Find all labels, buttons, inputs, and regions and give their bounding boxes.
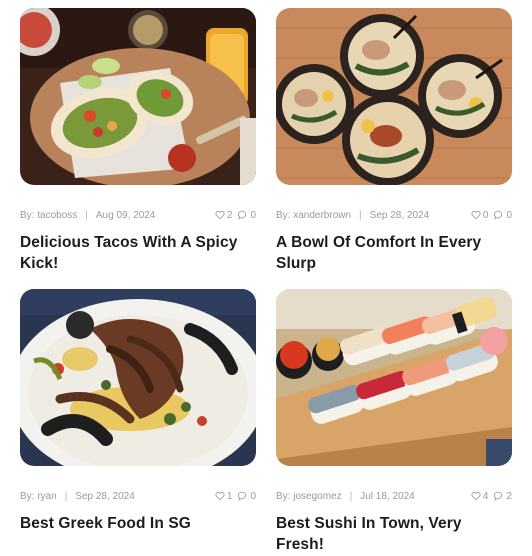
post-thumbnail-link[interactable] [276, 289, 512, 466]
post-stats: 1 0 [215, 491, 256, 502]
comment-button[interactable]: 0 [238, 210, 256, 221]
comment-icon [494, 491, 503, 501]
post-author[interactable]: By: ryan [20, 491, 57, 502]
post-stats: 4 2 [471, 491, 512, 502]
post-card: By: xanderbrown | Sep 28, 2024 0 0 A Bow… [276, 8, 512, 274]
comment-count: 2 [506, 490, 512, 502]
post-author[interactable]: By: xanderbrown [276, 210, 351, 221]
heart-icon [215, 211, 225, 220]
heart-icon [471, 492, 481, 501]
comment-icon [238, 491, 247, 501]
comment-icon [238, 210, 247, 220]
post-date: Sep 28, 2024 [369, 209, 430, 221]
post-meta: By: ryan | Sep 28, 2024 1 0 [20, 489, 256, 503]
meta-separator: | [85, 209, 88, 221]
post-title[interactable]: Best Greek Food In SG [20, 513, 256, 534]
comment-count: 0 [250, 490, 256, 502]
meta-separator: | [359, 209, 362, 221]
sushi-photo [276, 289, 512, 466]
post-card: By: ryan | Sep 28, 2024 1 0 Best Greek F… [20, 289, 256, 534]
post-author[interactable]: By: tacoboss [20, 210, 77, 221]
like-button[interactable]: 1 [215, 490, 233, 502]
comment-button[interactable]: 0 [238, 491, 256, 502]
post-thumbnail-link[interactable] [276, 8, 512, 185]
like-count: 0 [482, 209, 489, 221]
meta-separator: | [349, 490, 353, 502]
post-date: Jul 18, 2024 [360, 490, 415, 502]
like-count: 4 [482, 490, 489, 502]
post-card: By: tacoboss | Aug 09, 2024 2 0 Deliciou… [20, 8, 256, 274]
post-date: Sep 28, 2024 [75, 490, 135, 502]
comment-count: 0 [250, 209, 256, 221]
ramen-photo [276, 8, 512, 185]
post-title[interactable]: A Bowl Of Comfort In Every Slurp [276, 232, 512, 274]
post-meta: By: josegomez | Jul 18, 2024 4 2 [276, 489, 512, 503]
like-button[interactable]: 0 [471, 209, 489, 221]
post-stats: 0 0 [471, 210, 512, 221]
post-meta: By: tacoboss | Aug 09, 2024 2 0 [20, 208, 256, 222]
like-button[interactable]: 2 [215, 209, 233, 221]
comment-count: 0 [506, 209, 512, 221]
like-count: 2 [226, 209, 233, 221]
like-count: 1 [226, 490, 233, 502]
meta-separator: | [64, 490, 68, 502]
post-thumbnail-link[interactable] [20, 289, 256, 466]
tacos-photo [20, 8, 256, 185]
greek-food-photo [20, 289, 256, 466]
like-button[interactable]: 4 [471, 490, 489, 502]
post-thumbnail-link[interactable] [20, 8, 256, 185]
post-stats: 2 0 [215, 210, 256, 221]
post-meta: By: xanderbrown | Sep 28, 2024 0 0 [276, 208, 512, 222]
post-author[interactable]: By: josegomez [276, 491, 342, 502]
heart-icon [471, 211, 481, 220]
comment-icon [494, 210, 503, 220]
post-title[interactable]: Best Sushi In Town, Very Fresh! [276, 513, 512, 555]
comment-button[interactable]: 0 [494, 210, 512, 221]
post-date: Aug 09, 2024 [95, 209, 156, 221]
comment-button[interactable]: 2 [494, 491, 512, 502]
post-card: By: josegomez | Jul 18, 2024 4 2 Best Su… [276, 289, 512, 555]
post-title[interactable]: Delicious Tacos With A Spicy Kick! [20, 232, 256, 274]
heart-icon [215, 492, 225, 501]
